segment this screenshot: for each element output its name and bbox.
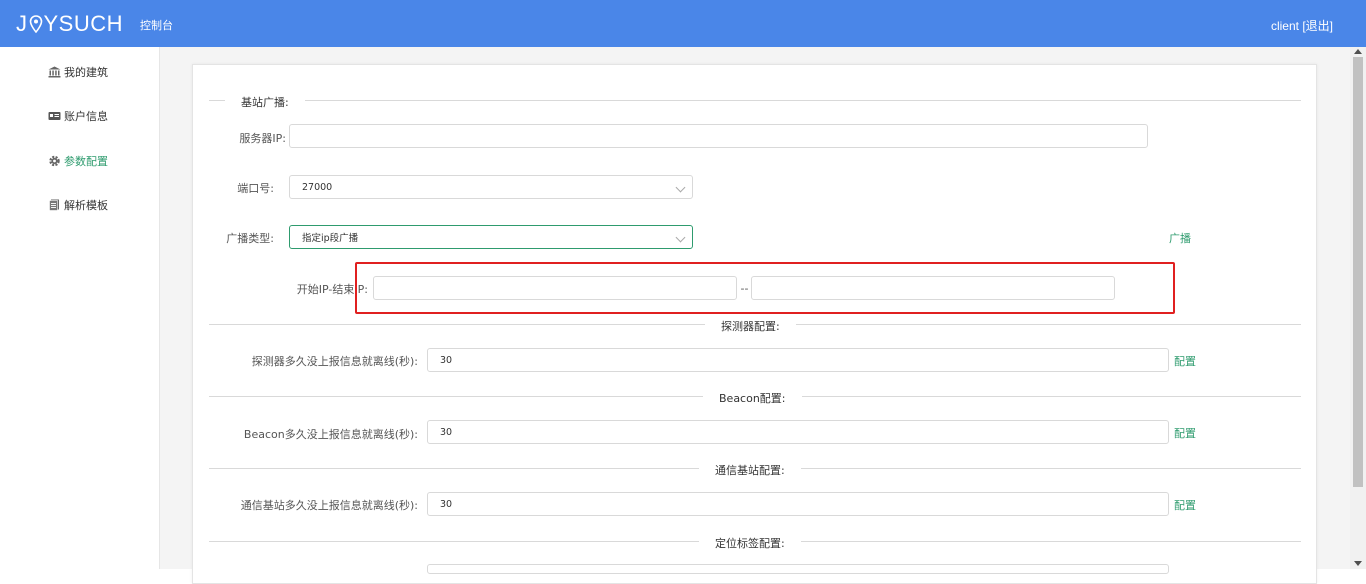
section-title-beacon: Beacon配置: xyxy=(703,390,802,406)
username: client xyxy=(1270,19,1299,33)
joysuch-logo[interactable]: J YSUCH xyxy=(16,11,123,37)
comm-station-offline-label: 通信基站多久没上报信息就离线(秒): xyxy=(240,499,418,512)
chevron-down-icon xyxy=(675,182,686,193)
broadcast-button[interactable]: 广播 xyxy=(1169,230,1191,246)
section-title-comm-station: 通信基站配置: xyxy=(699,462,801,478)
comm-station-offline-input[interactable]: 30 xyxy=(427,492,1169,516)
gear-icon xyxy=(49,155,60,167)
detector-offline-input[interactable]: 30 xyxy=(427,348,1169,372)
beacon-config-button[interactable]: 配置 xyxy=(1174,425,1196,441)
highlight-box xyxy=(355,262,1175,314)
scroll-down-icon[interactable] xyxy=(1354,561,1362,566)
logout-link[interactable]: [退出] xyxy=(1302,19,1333,33)
broadcast-type-select[interactable]: 指定ip段广播 xyxy=(289,225,693,249)
building-icon xyxy=(48,66,61,78)
comm-station-config-button[interactable]: 配置 xyxy=(1174,497,1196,513)
scroll-up-icon[interactable] xyxy=(1354,49,1362,54)
top-bar: J YSUCH 控制台 client [退出] xyxy=(0,0,1366,47)
ip-range-label: 开始IP-结束IP: xyxy=(296,283,368,296)
sidebar-item-parse-template[interactable]: 解析模板 xyxy=(48,195,108,215)
port-select[interactable]: 27000 xyxy=(289,175,693,199)
sidebar: 我的建筑 账户信息 参数配置 解析模板 xyxy=(0,47,160,569)
broadcast-type-label: 广播类型: xyxy=(226,232,274,245)
detector-config-button[interactable]: 配置 xyxy=(1174,353,1196,369)
broadcast-type-value: 指定ip段广播 xyxy=(302,233,359,244)
sidebar-item-label: 账户信息 xyxy=(64,110,108,123)
server-ip-input[interactable] xyxy=(289,124,1148,148)
logo-text-ysuch: YSUCH xyxy=(43,11,124,36)
section-divider xyxy=(209,100,1301,101)
document-icon xyxy=(49,199,59,211)
section-title-locator-tag: 定位标签配置: xyxy=(699,535,801,551)
sidebar-item-label: 参数配置 xyxy=(64,155,108,168)
location-pin-icon xyxy=(29,15,42,33)
beacon-offline-input[interactable]: 30 xyxy=(427,420,1169,444)
beacon-offline-label: Beacon多久没上报信息就离线(秒): xyxy=(243,428,418,441)
sidebar-item-my-buildings[interactable]: 我的建筑 xyxy=(48,62,108,82)
id-card-icon xyxy=(48,112,61,120)
port-label: 端口号: xyxy=(237,182,274,195)
console-link[interactable]: 控制台 xyxy=(140,17,173,33)
user-area: client [退出] xyxy=(1271,17,1333,34)
page-scrollbar[interactable] xyxy=(1350,47,1366,569)
sidebar-item-param-config[interactable]: 参数配置 xyxy=(48,151,108,171)
logo-text-j: J xyxy=(16,11,28,36)
server-ip-label: 服务器IP: xyxy=(239,132,286,145)
scrollbar-thumb[interactable] xyxy=(1353,57,1363,487)
chevron-down-icon xyxy=(675,232,686,243)
locator-tag-input[interactable] xyxy=(427,564,1169,574)
port-value: 27000 xyxy=(302,181,333,193)
sidebar-item-account-info[interactable]: 账户信息 xyxy=(48,106,108,126)
sidebar-item-label: 解析模板 xyxy=(64,199,108,212)
sidebar-item-label: 我的建筑 xyxy=(64,66,108,79)
section-title-base-station: 基站广播: xyxy=(225,94,305,110)
section-title-detector: 探测器配置: xyxy=(705,318,796,334)
detector-offline-label: 探测器多久没上报信息就离线(秒): xyxy=(251,355,418,368)
